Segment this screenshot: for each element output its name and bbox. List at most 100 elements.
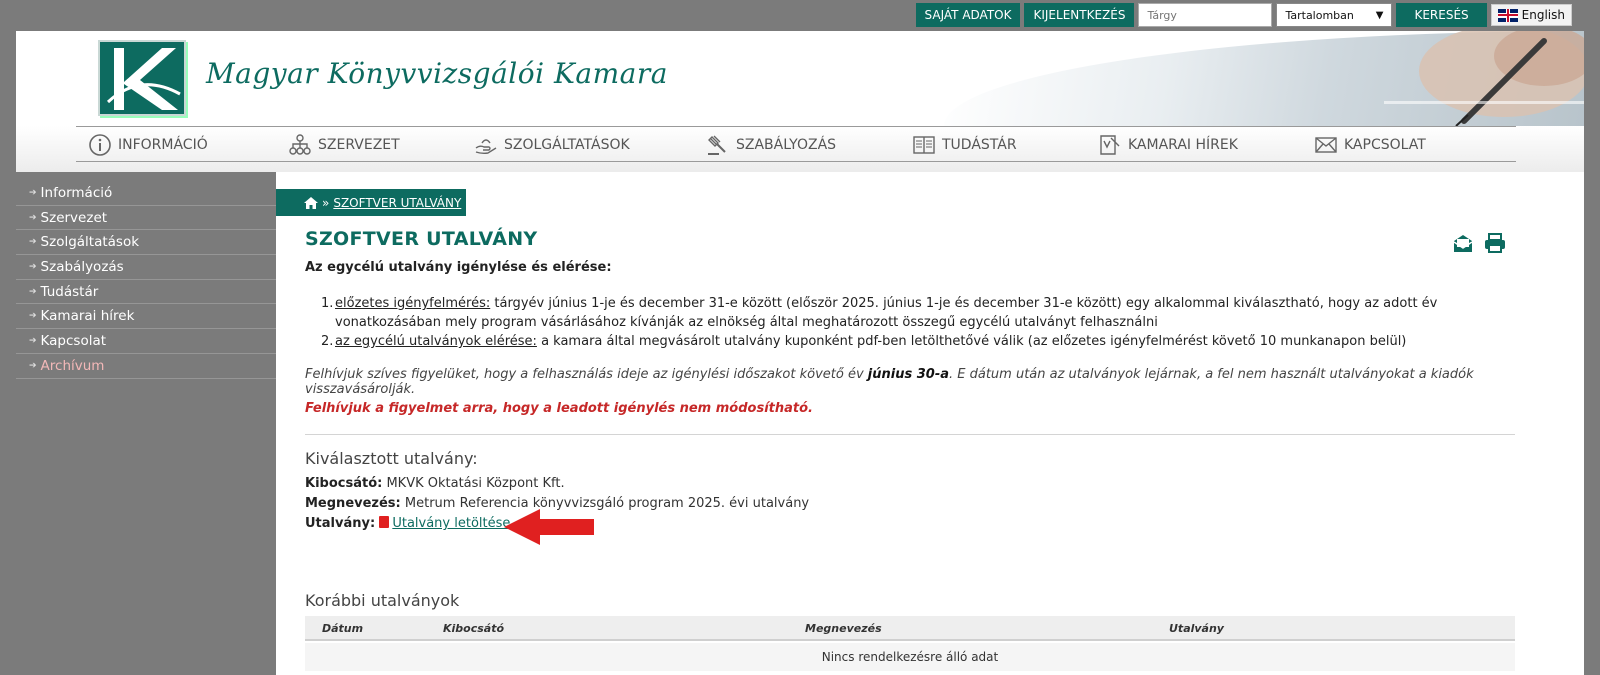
chevron-down-icon: ▼ xyxy=(1375,9,1384,21)
gavel-icon xyxy=(708,135,726,155)
top-bar: SAJÁT ADATOK KIJELENTKEZÉS Tartalomban ▼… xyxy=(915,3,1572,27)
arrow-right-icon: ➔ xyxy=(29,187,37,198)
nav-item-label: INFORMÁCIÓ xyxy=(118,137,208,153)
sidebar-item-label: Szervezet xyxy=(40,209,108,226)
list-number: 1. xyxy=(321,296,334,311)
note-date: június 30-a xyxy=(867,367,949,382)
arrow-right-icon: ➔ xyxy=(29,286,37,297)
sidebar-item-szolgaltatasok[interactable]: ➔ Szolgáltatások xyxy=(16,230,276,256)
list-item-label: előzetes igényfelmérés: xyxy=(335,296,491,311)
site-name: Magyar Könyvvizsgálói Kamara xyxy=(206,57,668,90)
nav-item-szolgaltatasok[interactable]: SZOLGÁLTATÁSOK xyxy=(474,127,630,163)
download-voucher-link[interactable]: Utalvány letöltése xyxy=(392,516,510,531)
nav-item-kapcsolat[interactable]: KAPCSOLAT xyxy=(1314,127,1426,163)
logo-k-icon xyxy=(106,48,181,110)
nav-item-informacio[interactable]: INFORMÁCIÓ xyxy=(88,127,208,163)
sidebar-item-szervezet[interactable]: ➔ Szervezet xyxy=(16,206,276,231)
utalvany-field: Utalvány: Utalvány letöltése xyxy=(305,516,510,531)
search-input[interactable] xyxy=(1138,3,1273,27)
nav-item-label: TUDÁSTÁR xyxy=(942,137,1017,153)
pdf-icon xyxy=(379,516,390,528)
column-header-datum[interactable]: Dátum xyxy=(322,622,363,635)
kibocsato-value: MKVK Oktatási Központ Kft. xyxy=(382,476,565,491)
arrow-right-icon: ➔ xyxy=(29,261,37,272)
list-item-text: a kamara által megvásárolt utalvány kupo… xyxy=(536,334,1407,349)
column-header-megnevezes[interactable]: Megnevezés xyxy=(805,622,882,635)
steps-list: 1. előzetes igényfelmérés: tárgyév júniu… xyxy=(305,294,1525,351)
nav-item-tudastar[interactable]: TUDÁSTÁR xyxy=(912,127,1017,163)
search-button[interactable]: KERESÉS xyxy=(1396,3,1487,27)
arrow-right-icon: ➔ xyxy=(29,311,37,322)
page-title: SZOFTVER UTALVÁNY xyxy=(305,228,538,250)
sidebar-item-label: Kapcsolat xyxy=(40,332,107,349)
org-chart-icon xyxy=(289,134,311,155)
nav-item-label: SZOLGÁLTATÁSOK xyxy=(504,137,630,153)
envelope-icon xyxy=(1315,137,1337,153)
search-scope-select[interactable]: Tartalomban ▼ xyxy=(1276,3,1393,27)
search-scope-value: Tartalomban xyxy=(1285,8,1354,22)
section-subtitle: Az egycélú utalvány igénylése és elérése… xyxy=(305,260,612,275)
sidebar-item-archivum[interactable]: ➔ Archívum xyxy=(16,354,276,379)
list-item: 1. előzetes igényfelmérés: tárgyév júniu… xyxy=(305,294,1525,332)
logo[interactable] xyxy=(98,40,186,116)
uk-flag-icon xyxy=(1497,8,1518,22)
main-nav-row: INFORMÁCIÓ SZERVEZET SZOLGÁLTATÁSOK SZAB… xyxy=(76,126,1516,162)
sidebar-item-label: Szabályozás xyxy=(40,258,124,275)
breadcrumb: » SZOFTVER UTALVÁNY xyxy=(276,189,466,216)
sidebar-item-informacio[interactable]: ➔ Információ xyxy=(16,181,276,206)
nav-item-label: KAPCSOLAT xyxy=(1344,137,1426,153)
breadcrumb-link[interactable]: SZOFTVER UTALVÁNY xyxy=(333,196,461,210)
header-pen-photo xyxy=(944,31,1584,126)
kijelentkezes-button[interactable]: KIJELENTKEZÉS xyxy=(1024,3,1135,27)
expiry-note: Felhívjuk szíves figyelüket, hogy a felh… xyxy=(305,367,1584,397)
sidebar-item-szabalyozas[interactable]: ➔ Szabályozás xyxy=(16,255,276,280)
sidebar-item-kapcsolat[interactable]: ➔ Kapcsolat xyxy=(16,329,276,354)
selected-voucher-title: Kiválasztott utalvány: xyxy=(305,449,478,468)
breadcrumb-separator: » xyxy=(322,195,330,210)
arrow-right-icon: ➔ xyxy=(29,237,37,248)
sidebar-item-kamarai-hirek[interactable]: ➔ Kamarai hírek xyxy=(16,304,276,330)
table-empty-row: Nincs rendelkezésre álló adat xyxy=(305,643,1515,671)
book-icon xyxy=(913,136,935,154)
email-share-icon[interactable] xyxy=(1452,232,1474,254)
kibocsato-field: Kibocsátó: MKVK Oktatási Központ Kft. xyxy=(305,476,565,491)
sidebar: ➔ Információ ➔ Szervezet ➔ Szolgáltatások ➔… xyxy=(16,181,276,675)
sajat-adatok-button[interactable]: SAJÁT ADATOK xyxy=(915,3,1021,27)
column-header-utalvany[interactable]: Utalvány xyxy=(1169,622,1224,635)
sidebar-item-label: Kamarai hírek xyxy=(40,308,135,325)
arrow-right-icon: ➔ xyxy=(29,360,37,371)
sidebar-item-tudastar[interactable]: ➔ Tudástár xyxy=(16,280,276,305)
info-icon xyxy=(89,134,111,156)
pen-illustration xyxy=(1384,31,1584,126)
megnevezes-label: Megnevezés: xyxy=(305,496,401,511)
table-header: Dátum Kibocsátó Megnevezés Utalvány xyxy=(305,616,1515,641)
sidebar-item-label: Információ xyxy=(40,184,113,201)
list-item: 2. az egycélú utalványok elérése: a kama… xyxy=(305,332,1525,351)
home-icon[interactable] xyxy=(304,196,318,209)
arrow-right-icon: ➔ xyxy=(29,212,37,223)
arrow-right-icon: ➔ xyxy=(29,335,37,346)
utalvany-label: Utalvány: xyxy=(305,516,376,531)
main-content: » SZOFTVER UTALVÁNY SZOFTVER UTALVÁNY Az… xyxy=(276,172,1584,675)
sidebar-item-label: Tudástár xyxy=(40,283,99,300)
list-item-text: tárgyév június 1-je és december 31-e köz… xyxy=(335,296,1438,330)
sidebar-item-label: Szolgáltatások xyxy=(40,234,140,251)
warning-text: Felhívjuk a figyelmet arra, hogy a leado… xyxy=(305,401,813,416)
kibocsato-label: Kibocsátó: xyxy=(305,476,383,491)
nav-item-szervezet[interactable]: SZERVEZET xyxy=(288,127,400,163)
site-header: Magyar Könyvvizsgálói Kamara xyxy=(16,31,1584,126)
nav-item-label: SZERVEZET xyxy=(318,137,400,153)
sidebar-item-label: Archívum xyxy=(40,357,105,374)
column-header-kibocsato[interactable]: Kibocsátó xyxy=(443,622,504,635)
previous-vouchers-title: Korábbi utalványok xyxy=(305,591,460,610)
print-icon[interactable] xyxy=(1484,232,1506,254)
nav-item-szabalyozas[interactable]: SZABÁLYOZÁS xyxy=(706,127,836,163)
nav-item-label: KAMARAI HÍREK xyxy=(1128,137,1238,153)
news-icon xyxy=(1100,135,1120,155)
language-button[interactable]: English xyxy=(1490,4,1572,26)
nav-item-kamarai-hirek[interactable]: KAMARAI HÍREK xyxy=(1098,127,1238,163)
red-arrow-annotation xyxy=(504,509,594,545)
list-item-label: az egycélú utalványok elérése: xyxy=(335,334,537,349)
divider xyxy=(305,434,1515,435)
nav-item-label: SZABÁLYOZÁS xyxy=(736,137,837,153)
